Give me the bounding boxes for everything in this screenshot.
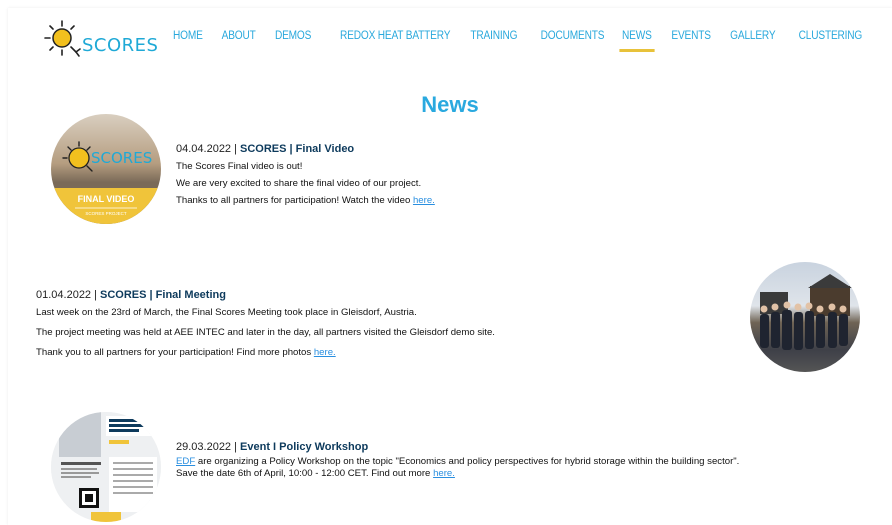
- news-line: Save the date 6th of April, 10:00 - 12:0…: [176, 468, 455, 479]
- nav-clustering[interactable]: CLUSTERING: [799, 30, 863, 42]
- more-photos-link[interactable]: here.: [314, 347, 336, 358]
- sun-plug-icon: [44, 20, 81, 57]
- find-out-more-link[interactable]: here.: [433, 468, 455, 479]
- logo-text: SCORES: [82, 35, 159, 56]
- nav-demos[interactable]: DEMOS: [275, 30, 311, 42]
- news-date: 29.03.2022 |: [176, 441, 241, 453]
- news-line: Thanks to all partners for participation…: [176, 195, 435, 206]
- thumbnail-brand: SCORES: [91, 149, 153, 167]
- thumbnail-band-text: FINAL VIDEO: [77, 194, 135, 204]
- news-date-line: 29.03.2022 | Event I Policy Workshop: [176, 439, 739, 456]
- nav-training[interactable]: TRAINING: [471, 30, 518, 42]
- news-date: 04.04.2022 |: [176, 143, 241, 155]
- nav-events[interactable]: EVENTS: [671, 30, 711, 42]
- news-line: Last week on the 23rd of March, the Fina…: [36, 307, 417, 318]
- news-date-line: 01.04.2022 | SCORES | Final Meeting: [36, 287, 495, 304]
- nav-about[interactable]: ABOUT: [222, 30, 256, 42]
- final-video-thumbnail[interactable]: SCORES FINAL VIDEO SCORES PROJECT: [51, 114, 161, 224]
- news-line: The Scores Final video is out!: [176, 161, 303, 172]
- news-line: We are very excited to share the final v…: [176, 178, 422, 189]
- page: SCORES HOME ABOUT DEMOS REDOX HEAT BATTE…: [8, 8, 892, 525]
- news-line: EDF are organizing a Policy Workshop on …: [176, 456, 740, 467]
- news-item-policy-workshop: 29.03.2022 | Event I Policy Workshop EDF…: [176, 439, 739, 480]
- nav-home[interactable]: HOME: [173, 30, 203, 42]
- news-line: Thank you to all partners for your parti…: [36, 347, 336, 358]
- scores-logo[interactable]: SCORES: [42, 18, 162, 58]
- news-date: 01.04.2022 |: [36, 289, 101, 301]
- main-nav: HOME ABOUT DEMOS REDOX HEAT BATTERY TRAI…: [155, 30, 863, 52]
- news-title[interactable]: SCORES | Final Video: [240, 143, 354, 155]
- news-line: The project meeting was held at AEE INTE…: [36, 327, 495, 338]
- news-item-final-meeting: 01.04.2022 | SCORES | Final Meeting Last…: [36, 287, 495, 361]
- meeting-group-photo[interactable]: [750, 262, 860, 372]
- policy-workshop-flyer[interactable]: [51, 412, 161, 522]
- news-title[interactable]: SCORES | Final Meeting: [100, 289, 226, 301]
- nav-redox-heat-battery[interactable]: REDOX HEAT BATTERY: [340, 30, 450, 42]
- thumbnail-sub-text: SCORES PROJECT: [85, 211, 127, 216]
- news-date-line: 04.04.2022 | SCORES | Final Video: [176, 141, 435, 158]
- nav-news[interactable]: NEWS: [619, 30, 654, 52]
- watch-video-link[interactable]: here.: [413, 195, 435, 206]
- nav-documents[interactable]: DOCUMENTS: [540, 30, 604, 42]
- edf-link[interactable]: EDF: [176, 456, 195, 467]
- news-title[interactable]: Event I Policy Workshop: [240, 441, 368, 453]
- news-item-final-video: 04.04.2022 | SCORES | Final Video The Sc…: [176, 141, 435, 209]
- nav-gallery[interactable]: GALLERY: [731, 30, 776, 42]
